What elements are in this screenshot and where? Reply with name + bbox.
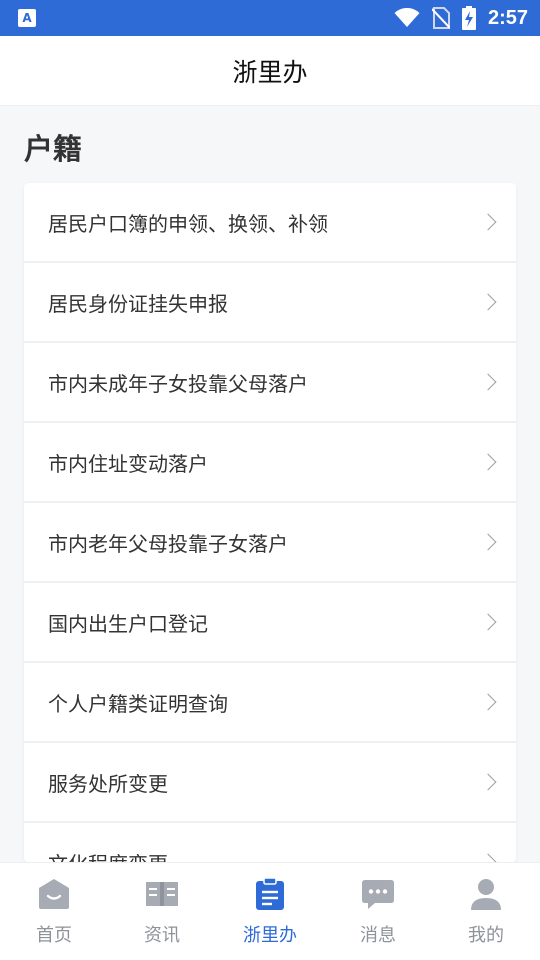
status-icons: 2:57	[394, 0, 528, 36]
nav-label: 首页	[36, 925, 72, 946]
service-item-label: 居民户口簿的申领、换领、补领	[48, 211, 328, 236]
page-title: 浙里办	[232, 57, 308, 87]
battery-charging-icon	[461, 6, 476, 30]
service-item[interactable]: 个人户籍类证明查询	[24, 663, 516, 743]
chevron-right-icon	[479, 373, 497, 391]
service-item[interactable]: 市内未成年子女投靠父母落户	[24, 343, 516, 423]
service-item[interactable]: 市内老年父母投靠子女落户	[24, 503, 516, 583]
service-item-label: 服务处所变更	[48, 771, 168, 796]
service-item-label: 市内老年父母投靠子女落户	[48, 531, 288, 556]
chevron-right-icon	[479, 293, 497, 311]
chevron-right-icon	[479, 453, 497, 471]
service-item[interactable]: 居民户口簿的申领、换领、补领	[24, 183, 516, 263]
chevron-right-icon	[479, 613, 497, 631]
chat-icon	[362, 880, 394, 909]
section-title: 户籍	[24, 132, 83, 166]
user-icon	[471, 879, 501, 910]
chevron-right-icon	[479, 533, 497, 551]
nav-item-news[interactable]: 资讯	[108, 863, 216, 960]
nav-label: 资讯	[144, 925, 180, 946]
service-item[interactable]: 市内住址变动落户	[24, 423, 516, 503]
nav-label: 我的	[468, 925, 504, 946]
service-list: 居民户口簿的申领、换领、补领 居民身份证挂失申报 市内未成年子女投靠父母落户 市…	[24, 183, 516, 862]
home-icon	[39, 879, 69, 909]
status-time: 2:57	[487, 6, 528, 29]
service-item[interactable]: 服务处所变更	[24, 743, 516, 823]
chevron-right-icon	[479, 693, 497, 711]
chevron-right-icon	[479, 773, 497, 791]
service-item-label: 市内住址变动落户	[48, 451, 208, 476]
nav-item-messages[interactable]: 消息	[324, 863, 432, 960]
status-bar: A 2:57	[0, 0, 540, 36]
nav-item-home[interactable]: 首页	[0, 863, 108, 960]
clipboard-icon	[256, 877, 284, 910]
chevron-right-icon	[479, 213, 497, 231]
service-item[interactable]: 国内出生户口登记	[24, 583, 516, 663]
service-item-label: 居民身份证挂失申报	[48, 291, 228, 316]
no-sim-icon	[431, 7, 450, 29]
service-item[interactable]: 文化程度变更	[24, 823, 516, 862]
nav-label: 浙里办	[243, 925, 297, 946]
nav-label: 消息	[360, 925, 396, 946]
service-item[interactable]: 居民身份证挂失申报	[24, 263, 516, 343]
service-item-label: 市内未成年子女投靠父母落户	[48, 371, 308, 396]
nav-item-zheliban[interactable]: 浙里办	[216, 863, 324, 960]
bottom-nav: 首页 资讯 浙里办 消息 我的	[0, 862, 540, 960]
app-notification-icon: A	[18, 9, 36, 27]
app-header: 浙里办	[0, 36, 540, 106]
chevron-right-icon	[479, 853, 497, 862]
nav-item-mine[interactable]: 我的	[432, 863, 540, 960]
book-icon	[146, 882, 178, 906]
wifi-icon	[394, 8, 420, 27]
service-item-label: 个人户籍类证明查询	[48, 691, 228, 716]
service-item-label: 国内出生户口登记	[48, 611, 208, 636]
service-item-label: 文化程度变更	[48, 848, 168, 863]
